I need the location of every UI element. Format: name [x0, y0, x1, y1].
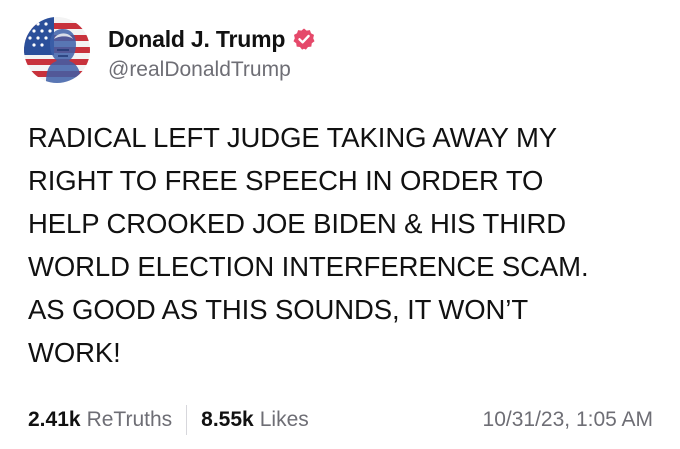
post-line: HELP CROOKED JOE BIDEN & HIS THIRD [28, 208, 567, 239]
likes-stat[interactable]: 8.55k Likes [201, 408, 309, 432]
retruths-count: 2.41k [28, 408, 81, 431]
post-line: WORLD ELECTION INTERFERENCE SCAM. [28, 251, 589, 282]
avatar[interactable] [24, 17, 90, 83]
post-line: WORK! [28, 337, 121, 368]
display-name[interactable]: Donald J. Trump [108, 26, 285, 53]
post-line: RADICAL LEFT JUDGE TAKING AWAY MY [28, 122, 557, 153]
likes-label: Likes [259, 408, 309, 431]
post-line: AS GOOD AS THIS SOUNDS, IT WON’T [28, 294, 529, 325]
retruths-stat[interactable]: 2.41k ReTruths [28, 408, 172, 432]
post-timestamp[interactable]: 10/31/23, 1:05 AM [483, 405, 653, 435]
name-row: Donald J. Trump [108, 22, 316, 56]
engagement-stats: 2.41k ReTruths 8.55k Likes [28, 405, 309, 435]
retruths-label: ReTruths [86, 408, 173, 431]
flag-portrait-avatar-icon [24, 17, 90, 83]
author-block: Donald J. Trump @realDonaldTrump [108, 22, 316, 82]
post-body: RADICAL LEFT JUDGE TAKING AWAY MY RIGHT … [28, 116, 658, 374]
handle[interactable]: @realDonaldTrump [108, 58, 316, 82]
post-card: Donald J. Trump @realDonaldTrump RADICAL… [0, 0, 680, 449]
likes-count: 8.55k [201, 408, 254, 431]
verified-badge-icon [292, 27, 316, 51]
stats-divider [186, 405, 188, 435]
post-line: RIGHT TO FREE SPEECH IN ORDER TO [28, 165, 544, 196]
